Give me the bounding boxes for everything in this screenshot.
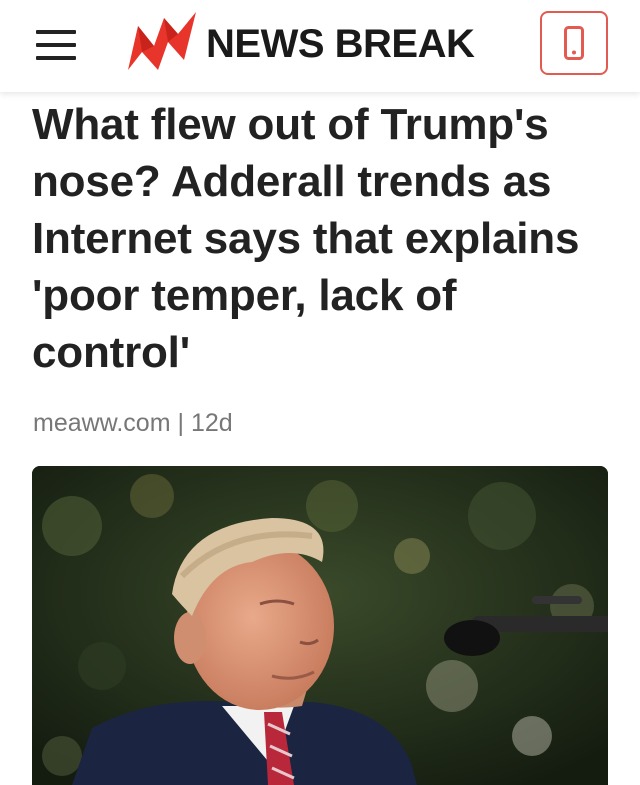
article-age: 12d bbox=[190, 409, 233, 437]
menu-line bbox=[36, 43, 76, 47]
brand-name[interactable]: NEWS BREAK bbox=[206, 20, 475, 68]
article-meta: meaww.com | 12d bbox=[33, 406, 233, 440]
open-app-button[interactable] bbox=[540, 11, 608, 75]
menu-line bbox=[36, 30, 76, 34]
article-image[interactable] bbox=[32, 466, 608, 785]
menu-line bbox=[36, 56, 76, 60]
man-at-podium-photo bbox=[32, 466, 608, 785]
top-navigation-bar: NEWS BREAK bbox=[0, 0, 640, 92]
newsbreak-logo-icon[interactable] bbox=[128, 12, 196, 74]
article-source[interactable]: meaww.com bbox=[33, 409, 171, 437]
article-headline[interactable]: What flew out of Trump's nose? Adderall … bbox=[32, 96, 602, 381]
hamburger-menu-icon[interactable] bbox=[36, 30, 76, 60]
meta-separator: | bbox=[177, 409, 185, 437]
mobile-phone-icon bbox=[564, 26, 584, 60]
